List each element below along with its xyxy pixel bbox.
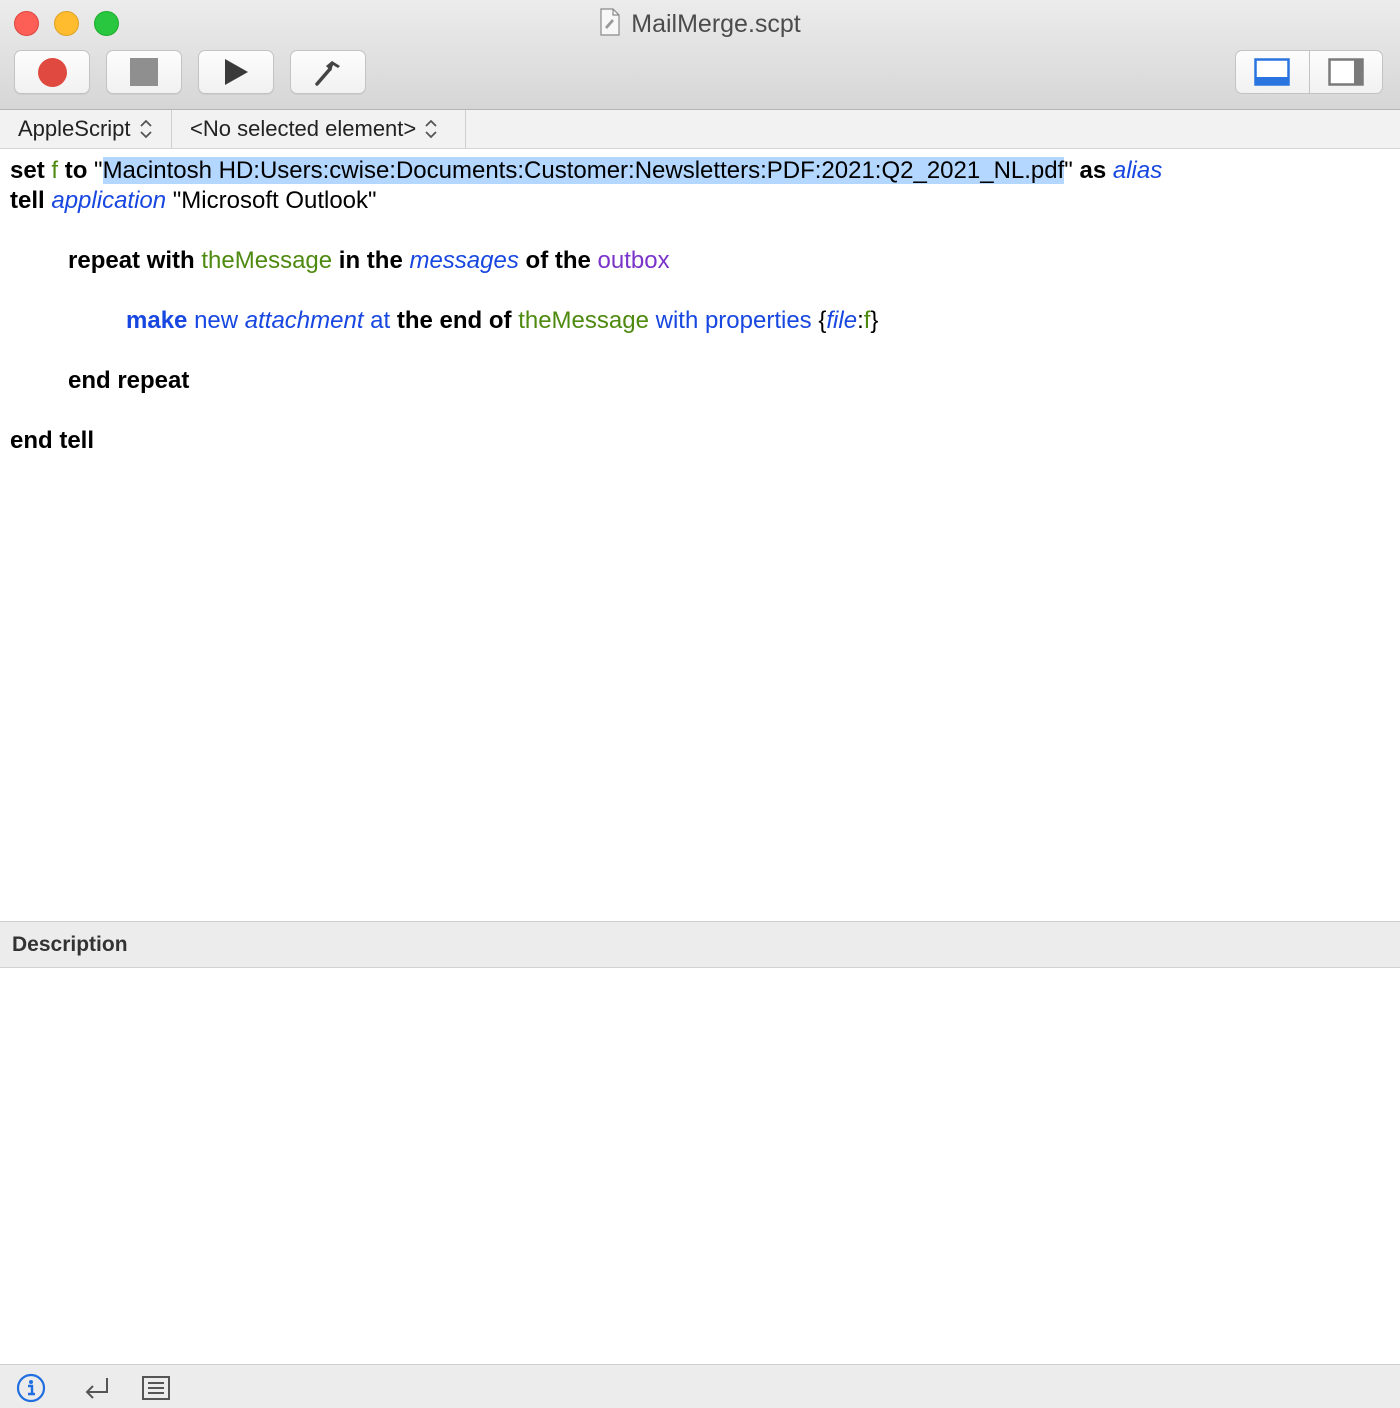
code-line-5: end repeat xyxy=(68,366,189,396)
property-name: outbox xyxy=(597,247,670,274)
window-title-bar: MailMerge.scpt xyxy=(0,8,1400,43)
keyword: end repeat xyxy=(68,367,190,394)
keyword: set xyxy=(10,157,45,184)
class-name: alias xyxy=(1112,157,1163,184)
script-document-icon xyxy=(599,8,621,43)
code-line-2: tell application "Microsoft Outlook" xyxy=(10,186,377,216)
code-line-3: repeat with theMessage in the messages o… xyxy=(68,246,670,276)
return-arrow-icon xyxy=(85,1378,108,1399)
updown-chevron-icon xyxy=(139,119,152,139)
record-button[interactable] xyxy=(14,50,90,94)
info-icon xyxy=(16,1373,46,1403)
play-icon xyxy=(225,59,248,85)
record-brace: } xyxy=(870,307,879,334)
language-popup[interactable]: AppleScript xyxy=(0,110,172,148)
keyword: in the xyxy=(338,247,403,274)
variable: f xyxy=(51,157,59,184)
keyword: tell xyxy=(10,187,45,214)
updown-chevron-icon xyxy=(425,119,437,139)
keyword: the end of xyxy=(396,307,512,334)
code-line-4: make new attachment at the end of theMes… xyxy=(126,306,878,336)
keyword: repeat with xyxy=(68,247,195,274)
string-quote: " xyxy=(94,157,103,184)
run-button[interactable] xyxy=(198,50,274,94)
info-button[interactable] xyxy=(14,1373,48,1403)
window-title: MailMerge.scpt xyxy=(631,10,801,38)
script-editor-window: MailMerge.scpt AppleScript <No selected … xyxy=(0,0,1400,1408)
keyword: as xyxy=(1079,157,1107,184)
navigation-bar: AppleScript <No selected element> xyxy=(0,110,1400,149)
parameter: new xyxy=(194,307,239,334)
replies-button[interactable] xyxy=(80,1373,114,1403)
script-editor[interactable]: set f to "Macintosh HD:Users:cwise:Docum… xyxy=(0,149,1400,921)
string-literal: "Microsoft Outlook" xyxy=(172,187,377,214)
description-title: Description xyxy=(12,932,128,956)
language-label: AppleScript xyxy=(18,116,131,141)
colon: : xyxy=(857,307,864,334)
string-quote: " xyxy=(1064,157,1073,184)
show-library-pane-button[interactable] xyxy=(1308,51,1383,93)
description-text-area[interactable] xyxy=(0,969,1400,1364)
element-label: <No selected element> xyxy=(190,116,417,141)
description-header: Description xyxy=(0,922,1400,968)
code-line-1: set f to "Macintosh HD:Users:cwise:Docum… xyxy=(10,156,1162,186)
element-popup[interactable]: <No selected element> xyxy=(172,110,466,148)
keyword: end tell xyxy=(10,427,95,454)
class-name: application xyxy=(51,187,167,214)
bottom-pane-icon xyxy=(1254,58,1290,86)
property-name: file xyxy=(826,307,858,334)
keyword: of the xyxy=(525,247,591,274)
parameter: with properties xyxy=(655,307,812,334)
parameter: at xyxy=(370,307,391,334)
stop-icon xyxy=(130,58,158,86)
log-button[interactable] xyxy=(139,1373,173,1403)
list-icon xyxy=(142,1376,170,1400)
selected-string-text: Macintosh HD:Users:cwise:Documents:Custo… xyxy=(102,157,1065,184)
class-name: messages xyxy=(409,247,519,274)
compile-button[interactable] xyxy=(290,50,366,94)
class-name: attachment xyxy=(244,307,364,334)
title-toolbar: MailMerge.scpt xyxy=(0,0,1400,110)
show-log-pane-button[interactable] xyxy=(1236,51,1309,93)
variable: theMessage xyxy=(518,307,649,334)
stop-button[interactable] xyxy=(106,50,182,94)
pane-toggle-control xyxy=(1235,50,1383,94)
command: make xyxy=(126,307,188,334)
bottom-bar xyxy=(0,1364,1400,1408)
variable: theMessage xyxy=(201,247,333,274)
keyword: to xyxy=(64,157,88,184)
code-line-6: end tell xyxy=(10,426,94,456)
record-icon xyxy=(37,57,67,87)
hammer-icon xyxy=(315,61,340,86)
side-pane-icon xyxy=(1328,58,1364,86)
